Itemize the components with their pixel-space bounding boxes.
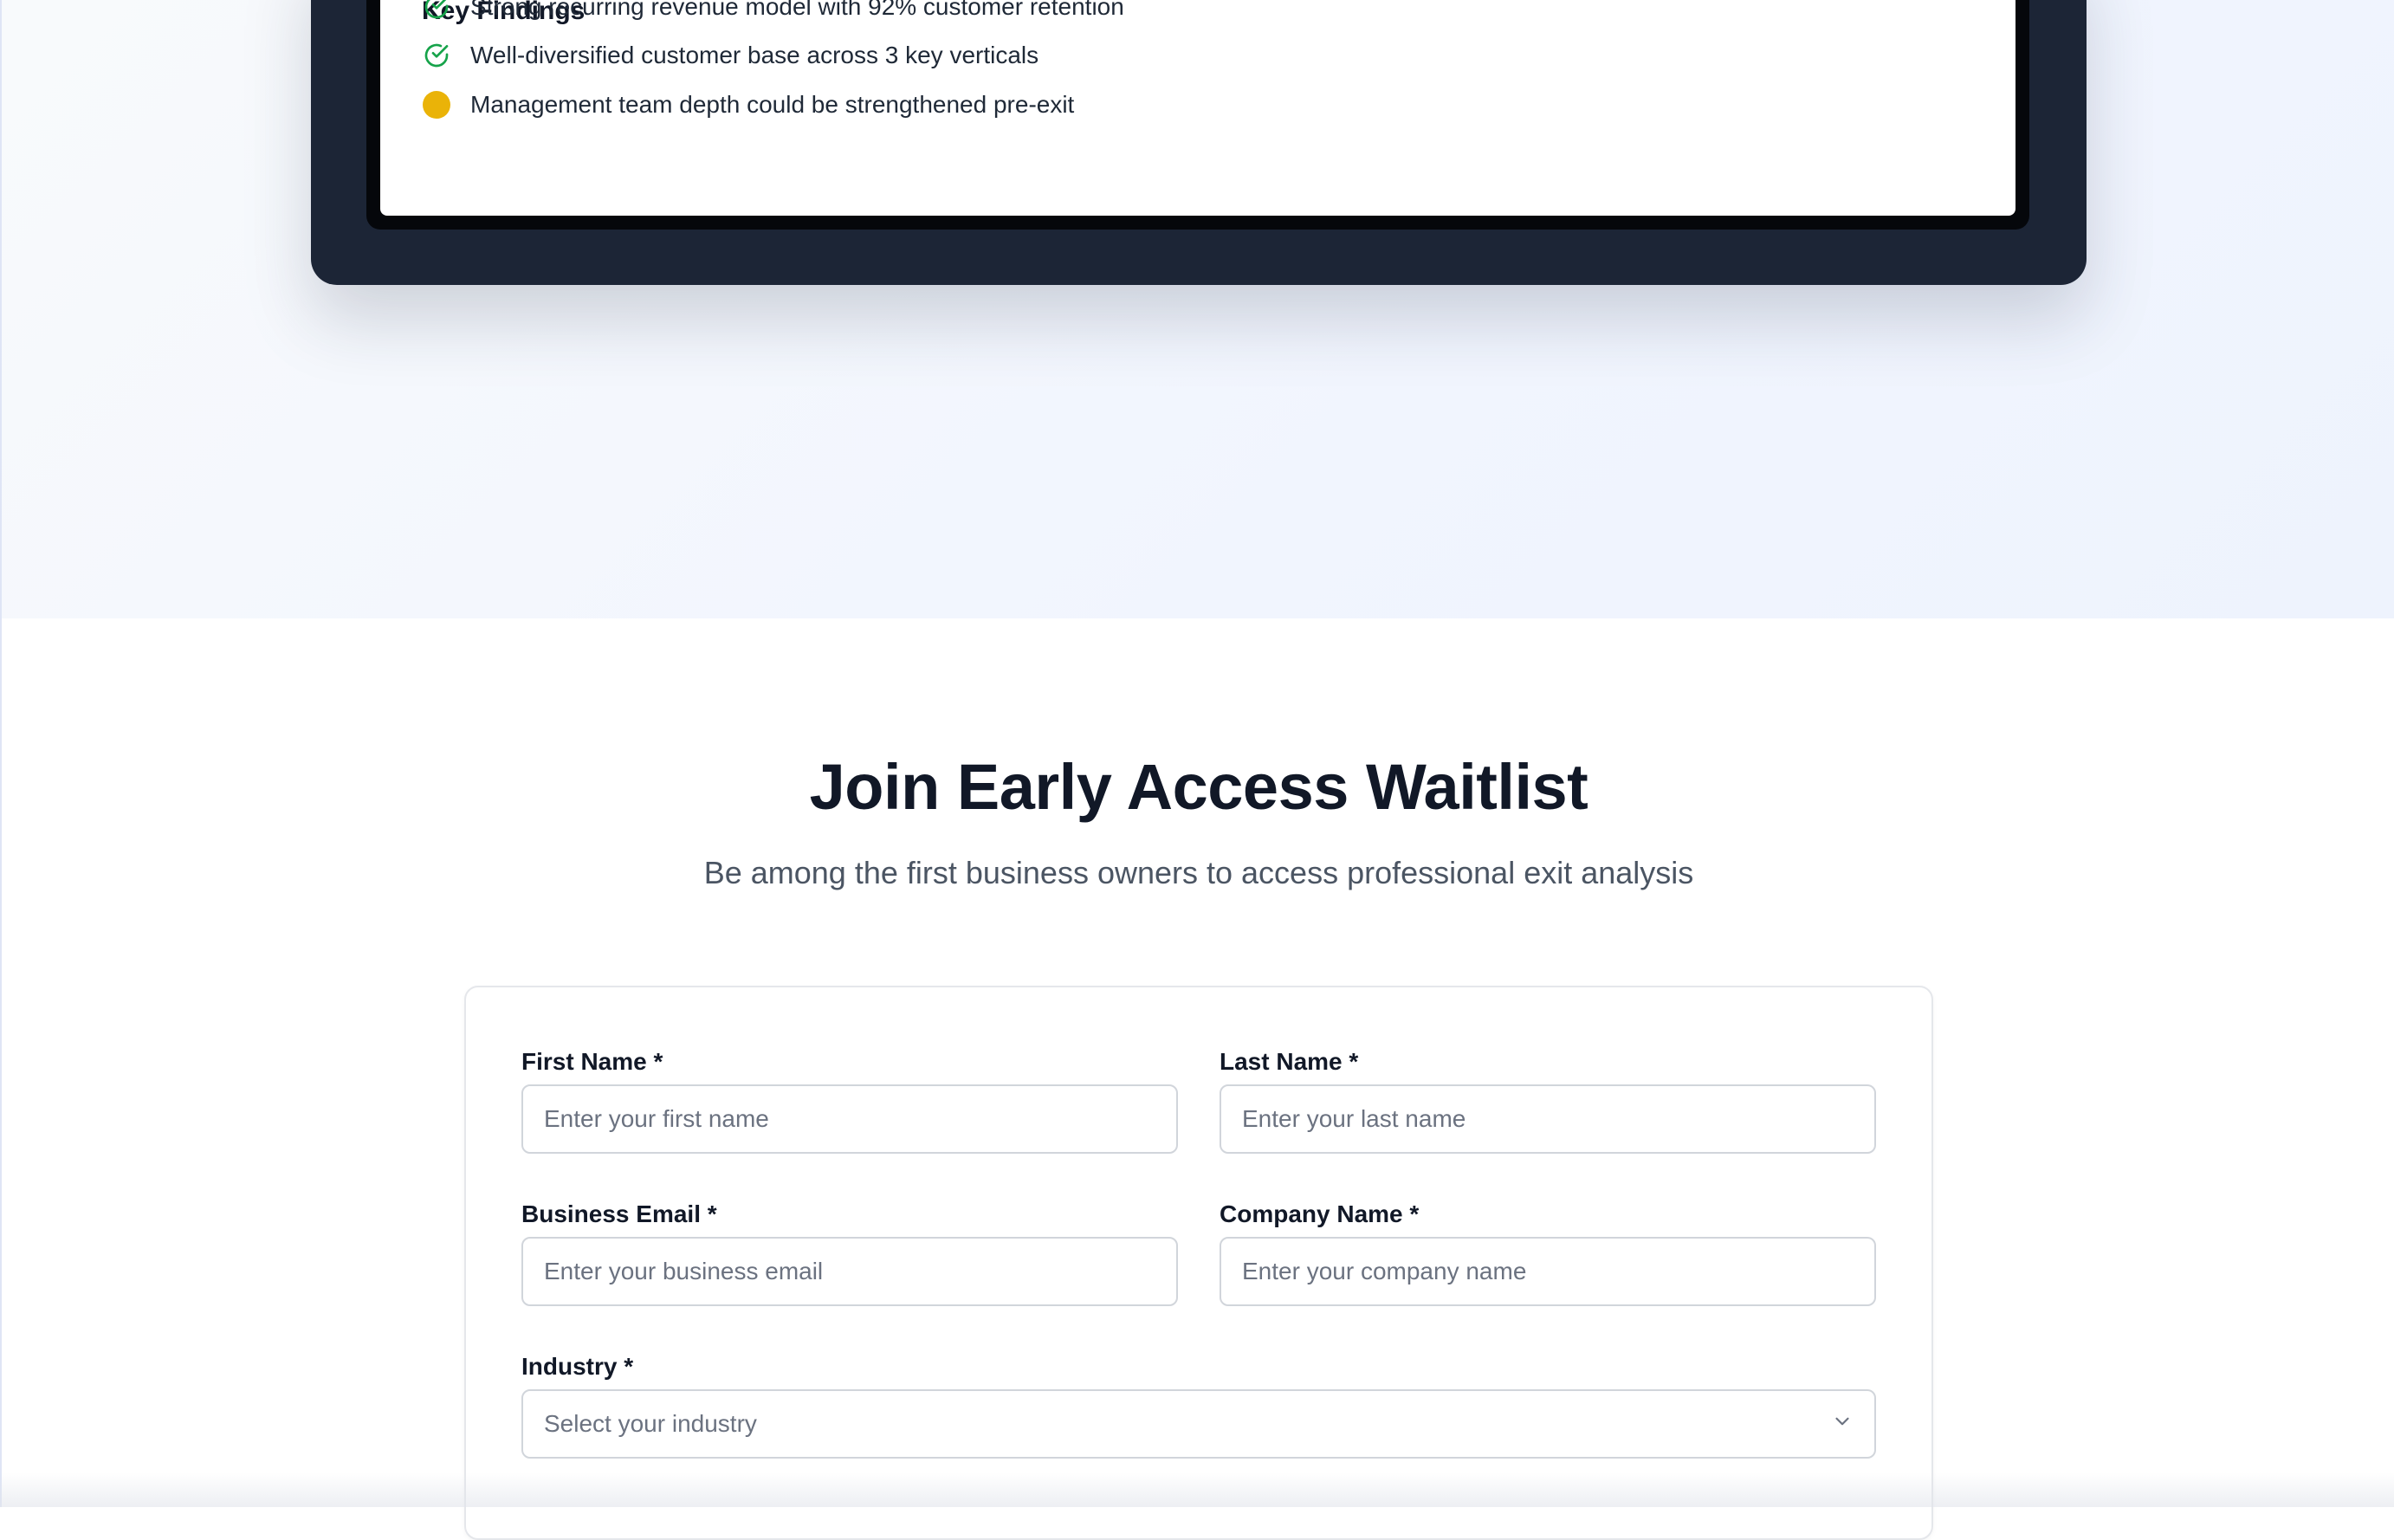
first-name-field-group: First Name * (521, 1050, 1178, 1154)
warning-dot-icon (422, 90, 451, 120)
finding-text: Well-diversified customer base across 3 … (470, 42, 1039, 68)
waitlist-subtitle: Be among the first business owners to ac… (703, 855, 1694, 890)
finding-item: Strong recurring revenue model with 92% … (422, 0, 1124, 24)
industry-label: Industry * (521, 1353, 634, 1380)
finding-item: Well-diversified customer base across 3 … (422, 38, 1038, 73)
first-name-label: First Name * (521, 1048, 663, 1075)
finding-text: Strong recurring revenue model with 92% … (470, 0, 1124, 20)
last-name-field-group: Last Name * (1220, 1050, 1876, 1154)
finding-item: Management team depth could be strengthe… (422, 87, 1074, 122)
waitlist-form: First Name * Last Name * Business Email … (464, 986, 1933, 1540)
company-name-field-group: Company Name * (1220, 1202, 1876, 1306)
first-name-input[interactable] (521, 1084, 1178, 1154)
waitlist-section: Join Early Access Waitlist Be among the … (0, 618, 2394, 1540)
last-name-input[interactable] (1220, 1084, 1876, 1154)
finding-text: Management team depth could be strengthe… (470, 91, 1075, 118)
business-email-input[interactable] (521, 1237, 1178, 1306)
check-circle-icon (422, 0, 451, 22)
industry-select[interactable]: Select your industry (521, 1389, 1876, 1459)
check-circle-icon (422, 41, 451, 70)
report-preview-screen: Key Findings Strong recurring revenue mo… (380, 0, 2015, 216)
waitlist-title: Join Early Access Waitlist (809, 751, 1588, 823)
industry-field-group: Industry * Select your industry (521, 1355, 1876, 1459)
business-email-label: Business Email * (521, 1200, 717, 1227)
last-name-label: Last Name * (1220, 1048, 1359, 1075)
chevron-down-icon (1831, 1410, 1854, 1439)
screen-frame: Key Findings Strong recurring revenue mo… (366, 0, 2029, 230)
company-name-input[interactable] (1220, 1237, 1876, 1306)
industry-selected-value: Select your industry (544, 1410, 757, 1437)
laptop-mockup: Key Findings Strong recurring revenue mo… (311, 0, 2087, 285)
hero-section: Key Findings Strong recurring revenue mo… (0, 0, 2394, 618)
business-email-field-group: Business Email * (521, 1202, 1178, 1306)
company-name-label: Company Name * (1220, 1200, 1420, 1227)
